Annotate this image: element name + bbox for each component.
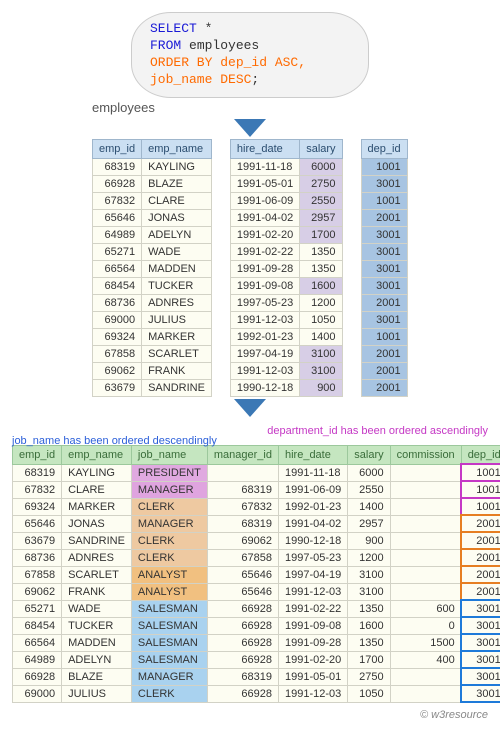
table-row: 67858SCARLET1997-04-1931002001 xyxy=(93,345,408,362)
col-dep_id: dep_id xyxy=(461,445,500,464)
table-row: 66928BLAZEMANAGER683191991-05-0127503001 xyxy=(13,668,500,685)
col-salary: salary xyxy=(348,445,390,464)
table-row: 65646JONAS1991-04-0229572001 xyxy=(93,209,408,226)
table-row: 69062FRANK1991-12-0331002001 xyxy=(93,362,408,379)
footer-credit: © w3resource xyxy=(12,709,488,721)
sql-statement: SELECT * FROM employees ORDER BY dep_id … xyxy=(131,12,369,98)
sql-semicolon: ; xyxy=(251,72,259,87)
result-table: emp_idemp_namejob_namemanager_idhire_dat… xyxy=(12,445,500,703)
col-emp_id: emp_id xyxy=(13,445,62,464)
sql-from-tbl: employees xyxy=(181,38,259,53)
table-row: 67832CLAREMANAGER683191991-06-0925501001 xyxy=(13,481,500,498)
arrow-down-icon xyxy=(12,397,488,419)
col-dep_id: dep_id xyxy=(361,139,407,158)
sql-order: ORDER BY xyxy=(150,55,212,70)
table-row: 68319KAYLING1991-11-1860001001 xyxy=(93,158,408,175)
table-row: 69324MARKER1992-01-2314001001 xyxy=(93,328,408,345)
annotation-row: job_name has been ordered descendingly d… xyxy=(12,423,488,445)
col-commission: commission xyxy=(390,445,461,464)
table1-caption: employees xyxy=(92,100,488,115)
table-row: 66564MADDEN1991-09-2813503001 xyxy=(93,260,408,277)
col-hire_date: hire_date xyxy=(278,445,347,464)
table-row: 69000JULIUS1991-12-0310503001 xyxy=(93,311,408,328)
table-row: 65271WADE1991-02-2213503001 xyxy=(93,243,408,260)
table-row: 69062FRANKANALYST656461991-12-0331002001 xyxy=(13,583,500,600)
note-job-order: job_name has been ordered descendingly xyxy=(12,435,217,447)
col-emp_name: emp_name xyxy=(142,139,212,158)
sql-order-cols: dep_id ASC, xyxy=(212,55,306,70)
col-salary: salary xyxy=(300,139,342,158)
arrow-down-icon xyxy=(12,117,488,139)
table-row: 65646JONASMANAGER683191991-04-0229572001 xyxy=(13,515,500,532)
table-row: 64989ADELYN1991-02-2017003001 xyxy=(93,226,408,243)
employees-table: emp_idemp_name hire_datesalary dep_id 6831… xyxy=(92,139,408,397)
note-dep-order: department_id has been ordered ascending… xyxy=(267,425,488,437)
sql-star: * xyxy=(197,21,213,36)
table-row: 68454TUCKERSALESMAN669281991-09-08160003… xyxy=(13,617,500,634)
table-row: 68454TUCKER1991-09-0816003001 xyxy=(93,277,408,294)
table-row: 63679SANDRINE1990-12-189002001 xyxy=(93,379,408,396)
table-row: 68736ADNRES1997-05-2312002001 xyxy=(93,294,408,311)
table-row: 68319KAYLINGPRESIDENT1991-11-1860001001 xyxy=(13,464,500,481)
table-row: 66564MADDENSALESMAN669281991-09-28135015… xyxy=(13,634,500,651)
table-row: 65271WADESALESMAN669281991-02-2213506003… xyxy=(13,600,500,617)
col-job_name: job_name xyxy=(131,445,207,464)
sql-select: SELECT xyxy=(150,21,197,36)
table-row: 69000JULIUSCLERK669281991-12-0310503001 xyxy=(13,685,500,702)
col-manager_id: manager_id xyxy=(207,445,278,464)
table-row: 67858SCARLETANALYST656461997-04-19310020… xyxy=(13,566,500,583)
col-emp_id: emp_id xyxy=(93,139,142,158)
table-row: 68736ADNRESCLERK678581997-05-2312002001 xyxy=(13,549,500,566)
table-row: 67832CLARE1991-06-0925501001 xyxy=(93,192,408,209)
table-row: 63679SANDRINECLERK690621990-12-189002001 xyxy=(13,532,500,549)
col-hire_date: hire_date xyxy=(230,139,299,158)
table-row: 66928BLAZE1991-05-0127503001 xyxy=(93,175,408,192)
table-row: 64989ADELYNSALESMAN669281991-02-20170040… xyxy=(13,651,500,668)
sql-from: FROM xyxy=(150,38,181,53)
table-row: 69324MARKERCLERK678321992-01-2314001001 xyxy=(13,498,500,515)
sql-order-cols2: job_name DESC xyxy=(150,72,251,87)
col-emp_name: emp_name xyxy=(62,445,132,464)
